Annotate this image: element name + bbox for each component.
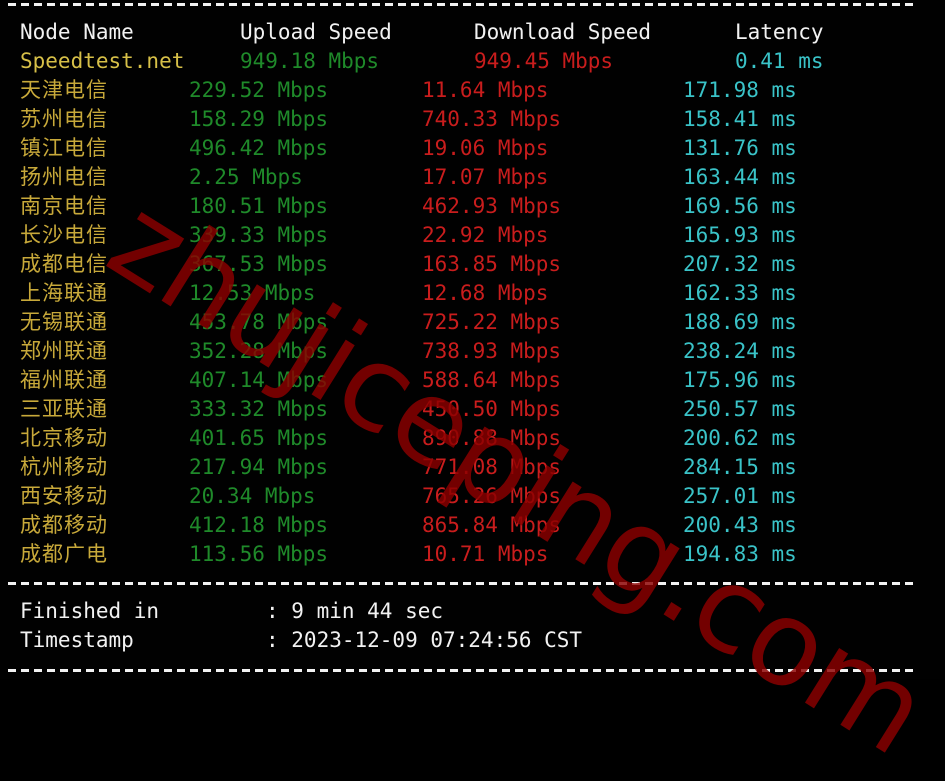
cell-download: 17.07 Mbps: [422, 165, 549, 189]
separator-bottom: [8, 669, 914, 672]
cell-node: 北京移动: [20, 426, 108, 450]
cell-download: 450.50 Mbps: [422, 397, 562, 421]
cell-upload: 158.29 Mbps: [189, 107, 329, 131]
cell-download: 740.33 Mbps: [422, 107, 562, 131]
cell-upload: 20.34 Mbps: [189, 484, 316, 508]
cell-latency: 0.41 ms: [735, 49, 824, 73]
separator-top: [8, 3, 914, 6]
cell-download: 738.93 Mbps: [422, 339, 562, 363]
cell-latency: 131.76 ms: [683, 136, 797, 160]
cell-latency: 257.01 ms: [683, 484, 797, 508]
cell-upload: 229.52 Mbps: [189, 78, 329, 102]
cell-latency: 171.98 ms: [683, 78, 797, 102]
cell-latency: 200.43 ms: [683, 513, 797, 537]
cell-latency: 200.62 ms: [683, 426, 797, 450]
header-latency: Latency: [735, 20, 824, 44]
table-header: Node Name Upload Speed Download Speed La…: [0, 18, 824, 47]
cell-node: 扬州电信: [20, 165, 108, 189]
separator-middle: [8, 582, 914, 585]
cell-upload: 496.42 Mbps: [189, 136, 329, 160]
cell-upload: 333.32 Mbps: [189, 397, 329, 421]
header-upload-speed: Upload Speed: [240, 20, 392, 44]
cell-latency: 284.15 ms: [683, 455, 797, 479]
cell-upload: 2.25 Mbps: [189, 165, 303, 189]
cell-upload: 339.33 Mbps: [189, 223, 329, 247]
cell-download: 865.84 Mbps: [422, 513, 562, 537]
cell-latency: 169.56 ms: [683, 194, 797, 218]
cell-node: 杭州移动: [20, 455, 108, 479]
cell-download: 163.85 Mbps: [422, 252, 562, 276]
cell-node: 三亚联通: [20, 397, 108, 421]
timestamp-value: : 2023-12-09 07:24:56 CST: [266, 628, 583, 652]
terminal-window: Node Name Upload Speed Download Speed La…: [0, 0, 945, 781]
cell-node: 郑州联通: [20, 339, 108, 363]
cell-latency: 250.57 ms: [683, 397, 797, 421]
cell-upload: 113.56 Mbps: [189, 542, 329, 566]
cell-latency: 207.32 ms: [683, 252, 797, 276]
cell-upload: 401.65 Mbps: [189, 426, 329, 450]
cell-upload: 12.53 Mbps: [189, 281, 316, 305]
cell-upload: 180.51 Mbps: [189, 194, 329, 218]
cell-latency: 162.33 ms: [683, 281, 797, 305]
cell-node: 西安移动: [20, 484, 108, 508]
cell-download: 890.88 Mbps: [422, 426, 562, 450]
cell-download: 11.64 Mbps: [422, 78, 549, 102]
cell-node: 上海联通: [20, 281, 108, 305]
cell-download: 588.64 Mbps: [422, 368, 562, 392]
header-node-name: Node Name: [20, 20, 134, 44]
cell-upload: 367.53 Mbps: [189, 252, 329, 276]
cell-latency: 238.24 ms: [683, 339, 797, 363]
cell-node: 福州联通: [20, 368, 108, 392]
cell-latency: 194.83 ms: [683, 542, 797, 566]
timestamp-row: Timestamp : 2023-12-09 07:24:56 CST: [0, 626, 582, 655]
timestamp-label: Timestamp: [20, 628, 134, 652]
cell-latency: 175.96 ms: [683, 368, 797, 392]
cell-node: 成都移动: [20, 513, 108, 537]
cell-download: 462.93 Mbps: [422, 194, 562, 218]
cell-download: 765.26 Mbps: [422, 484, 562, 508]
cell-download: 949.45 Mbps: [474, 49, 614, 73]
cell-upload: 412.18 Mbps: [189, 513, 329, 537]
cell-upload: 407.14 Mbps: [189, 368, 329, 392]
cell-node: 南京电信: [20, 194, 108, 218]
cell-node: 成都广电: [20, 542, 108, 566]
cell-latency: 163.44 ms: [683, 165, 797, 189]
cell-node: 苏州电信: [20, 107, 108, 131]
cell-latency: 158.41 ms: [683, 107, 797, 131]
cell-upload: 352.28 Mbps: [189, 339, 329, 363]
cell-upload: 949.18 Mbps: [240, 49, 380, 73]
cell-node: 成都电信: [20, 252, 108, 276]
cell-download: 10.71 Mbps: [422, 542, 549, 566]
cell-download: 12.68 Mbps: [422, 281, 549, 305]
cell-latency: 188.69 ms: [683, 310, 797, 334]
cell-download: 19.06 Mbps: [422, 136, 549, 160]
cell-node: 无锡联通: [20, 310, 108, 334]
cell-node: Speedtest.net: [20, 49, 185, 73]
cell-download: 22.92 Mbps: [422, 223, 549, 247]
cell-download: 771.08 Mbps: [422, 455, 562, 479]
cell-node: 长沙电信: [20, 223, 108, 247]
cell-node: 镇江电信: [20, 136, 108, 160]
cell-download: 725.22 Mbps: [422, 310, 562, 334]
cell-upload: 217.94 Mbps: [189, 455, 329, 479]
cell-latency: 165.93 ms: [683, 223, 797, 247]
finished-value: : 9 min 44 sec: [266, 599, 444, 623]
cell-node: 天津电信: [20, 78, 108, 102]
finished-row: Finished in : 9 min 44 sec: [0, 597, 443, 626]
header-download-speed: Download Speed: [474, 20, 652, 44]
cell-upload: 453.78 Mbps: [189, 310, 329, 334]
finished-label: Finished in: [20, 599, 160, 623]
